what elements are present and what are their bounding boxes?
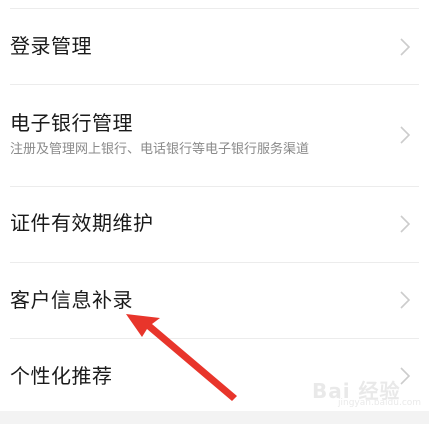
menu-item-login-management[interactable]: 登录管理 [0, 9, 429, 85]
chevron-right-icon [395, 37, 415, 57]
menu-item-title: 登录管理 [10, 34, 92, 58]
watermark-url: jingyan.baidu.com [338, 398, 422, 408]
menu-item-id-validity-maintenance[interactable]: 证件有效期维护 [0, 187, 429, 263]
settings-menu-list: 登录管理 电子银行管理 注册及管理网上银行、电话银行等电子银行服务渠道 证件有效… [0, 0, 429, 411]
menu-item-title: 客户信息补录 [10, 288, 133, 312]
menu-item-title: 电子银行管理 [10, 111, 133, 135]
bottom-bar [0, 411, 429, 424]
menu-item-title: 证件有效期维护 [10, 211, 154, 235]
chevron-right-icon [395, 125, 415, 145]
chevron-right-icon [395, 290, 415, 310]
menu-item-customer-info-supplement[interactable]: 客户信息补录 [0, 263, 429, 339]
chevron-right-icon [395, 214, 415, 234]
menu-item-title: 个性化推荐 [10, 364, 113, 388]
baidu-jingyan-watermark: Bai 经验 jingyan.baidu.com [308, 372, 422, 412]
menu-item-e-banking-management[interactable]: 电子银行管理 注册及管理网上银行、电话银行等电子银行服务渠道 [0, 85, 429, 187]
menu-item-subtitle: 注册及管理网上银行、电话银行等电子银行服务渠道 [10, 142, 310, 157]
